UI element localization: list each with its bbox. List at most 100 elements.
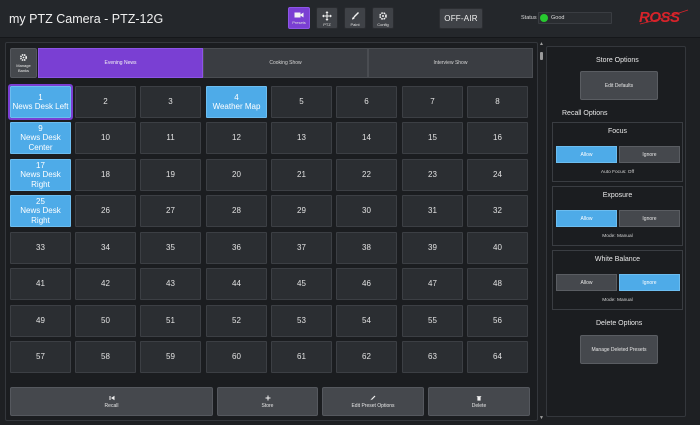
white-balance-allow-toggle[interactable]: Allow xyxy=(556,274,617,291)
preset-button-31[interactable]: 31 xyxy=(402,195,463,227)
preset-button-63[interactable]: 63 xyxy=(402,341,463,373)
scroll-up-arrow-icon[interactable]: ▲ xyxy=(539,42,544,47)
bank-tab-interview-show[interactable]: Interview Show xyxy=(368,48,533,78)
nav-presets-button[interactable]: Presets xyxy=(288,7,310,29)
preset-button-24[interactable]: 24 xyxy=(467,159,528,191)
preset-button-8[interactable]: 8 xyxy=(467,86,528,118)
preset-button-50[interactable]: 50 xyxy=(75,305,136,337)
preset-button-10[interactable]: 10 xyxy=(75,122,136,154)
preset-button-43[interactable]: 43 xyxy=(140,268,201,300)
preset-button-32[interactable]: 32 xyxy=(467,195,528,227)
preset-button-36[interactable]: 36 xyxy=(206,232,267,264)
preset-button-4[interactable]: 4 Weather Map xyxy=(206,86,267,118)
exposure-allow-toggle[interactable]: Allow xyxy=(556,210,617,227)
preset-button-30[interactable]: 30 xyxy=(336,195,397,227)
preset-button-51[interactable]: 51 xyxy=(140,305,201,337)
manage-deleted-presets-button[interactable]: Manage Deleted Presets xyxy=(580,335,658,364)
preset-button-13[interactable]: 13 xyxy=(271,122,332,154)
preset-button-42[interactable]: 42 xyxy=(75,268,136,300)
preset-button-27[interactable]: 27 xyxy=(140,195,201,227)
manage-banks-button[interactable]: Manage Banks xyxy=(10,48,37,78)
preset-button-11[interactable]: 11 xyxy=(140,122,201,154)
store-button[interactable]: Store xyxy=(217,387,318,416)
focus-ignore-toggle[interactable]: Ignore xyxy=(619,146,680,163)
preset-button-28[interactable]: 28 xyxy=(206,195,267,227)
edit-defaults-button[interactable]: Edit Defaults xyxy=(580,71,658,100)
scrollbar-thumb[interactable] xyxy=(540,52,543,60)
preset-button-57[interactable]: 57 xyxy=(10,341,71,373)
bank-tab-cooking-show[interactable]: Cooking Show xyxy=(203,48,368,78)
nav-config-button[interactable]: Config xyxy=(372,7,394,29)
preset-number: 50 xyxy=(101,316,110,326)
exposure-ignore-toggle[interactable]: Ignore xyxy=(619,210,680,227)
preset-button-56[interactable]: 56 xyxy=(467,305,528,337)
preset-label: 20 xyxy=(232,170,241,180)
preset-button-53[interactable]: 53 xyxy=(271,305,332,337)
edit-preset-options-button[interactable]: Edit Preset Options xyxy=(322,387,424,416)
preset-button-3[interactable]: 3 xyxy=(140,86,201,118)
bank-tab-evening-news[interactable]: Evening News xyxy=(38,48,203,78)
preset-button-61[interactable]: 61 xyxy=(271,341,332,373)
preset-button-60[interactable]: 60 xyxy=(206,341,267,373)
preset-button-34[interactable]: 34 xyxy=(75,232,136,264)
preset-button-20[interactable]: 20 xyxy=(206,159,267,191)
preset-button-17[interactable]: 17 News Desk Right xyxy=(10,159,71,191)
preset-button-23[interactable]: 23 xyxy=(402,159,463,191)
preset-label: 60 xyxy=(232,352,241,362)
preset-button-26[interactable]: 26 xyxy=(75,195,136,227)
preset-button-44[interactable]: 44 xyxy=(206,268,267,300)
offair-button[interactable]: OFF-AIR xyxy=(439,8,483,29)
nav-paint-button[interactable]: Paint xyxy=(344,7,366,29)
nav-ptz-button[interactable]: PTZ xyxy=(316,7,338,29)
preset-button-55[interactable]: 55 xyxy=(402,305,463,337)
preset-button-29[interactable]: 29 xyxy=(271,195,332,227)
preset-button-7[interactable]: 7 xyxy=(402,86,463,118)
preset-label: 62 xyxy=(362,352,371,362)
preset-button-12[interactable]: 12 xyxy=(206,122,267,154)
preset-button-38[interactable]: 38 xyxy=(336,232,397,264)
preset-label: 31 xyxy=(428,206,437,216)
preset-button-48[interactable]: 48 xyxy=(467,268,528,300)
preset-button-6[interactable]: 6 xyxy=(336,86,397,118)
scroll-down-arrow-icon[interactable]: ▼ xyxy=(539,416,544,421)
preset-button-21[interactable]: 21 xyxy=(271,159,332,191)
preset-button-16[interactable]: 16 xyxy=(467,122,528,154)
preset-button-62[interactable]: 62 xyxy=(336,341,397,373)
preset-number: 42 xyxy=(101,279,110,289)
recall-button[interactable]: Recall xyxy=(10,387,213,416)
white-balance-ignore-toggle[interactable]: Ignore xyxy=(619,274,680,291)
preset-button-15[interactable]: 15 xyxy=(402,122,463,154)
preset-number: 43 xyxy=(166,279,175,289)
preset-button-22[interactable]: 22 xyxy=(336,159,397,191)
header-bar: my PTZ Camera - PTZ-12G Presets PTZ Pain… xyxy=(0,0,700,38)
preset-button-41[interactable]: 41 xyxy=(10,268,71,300)
preset-number: 25 xyxy=(36,196,45,206)
preset-label: 63 xyxy=(428,352,437,362)
preset-button-39[interactable]: 39 xyxy=(402,232,463,264)
scrollbar[interactable]: ▲ ▼ xyxy=(539,42,544,421)
preset-button-54[interactable]: 54 xyxy=(336,305,397,337)
preset-button-2[interactable]: 2 xyxy=(75,86,136,118)
preset-button-47[interactable]: 47 xyxy=(402,268,463,300)
preset-button-37[interactable]: 37 xyxy=(271,232,332,264)
preset-button-49[interactable]: 49 xyxy=(10,305,71,337)
preset-button-40[interactable]: 40 xyxy=(467,232,528,264)
delete-button[interactable]: Delete xyxy=(428,387,530,416)
preset-button-46[interactable]: 46 xyxy=(336,268,397,300)
preset-button-64[interactable]: 64 xyxy=(467,341,528,373)
preset-name: News Desk Right xyxy=(20,206,61,225)
preset-button-18[interactable]: 18 xyxy=(75,159,136,191)
preset-button-59[interactable]: 59 xyxy=(140,341,201,373)
preset-button-52[interactable]: 52 xyxy=(206,305,267,337)
preset-button-45[interactable]: 45 xyxy=(271,268,332,300)
preset-button-14[interactable]: 14 xyxy=(336,122,397,154)
preset-button-25[interactable]: 25 News Desk Right xyxy=(10,195,71,227)
preset-button-5[interactable]: 5 xyxy=(271,86,332,118)
preset-button-1[interactable]: 1 News Desk Left xyxy=(8,84,73,120)
focus-allow-toggle[interactable]: Allow xyxy=(556,146,617,163)
preset-button-58[interactable]: 58 xyxy=(75,341,136,373)
preset-button-33[interactable]: 33 xyxy=(10,232,71,264)
preset-button-35[interactable]: 35 xyxy=(140,232,201,264)
preset-button-19[interactable]: 19 xyxy=(140,159,201,191)
preset-button-9[interactable]: 9 News Desk Center xyxy=(10,122,71,154)
